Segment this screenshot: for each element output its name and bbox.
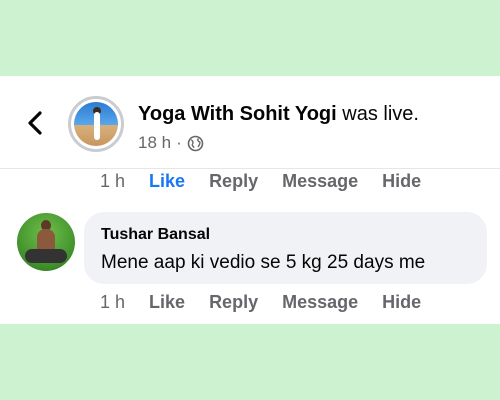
page-avatar-photo bbox=[74, 102, 118, 146]
post-card: Yoga With Sohit Yogi was live. 18 h · 1 … bbox=[0, 76, 500, 324]
post-header: Yoga With Sohit Yogi was live. 18 h · bbox=[0, 76, 500, 168]
message-button[interactable]: Message bbox=[282, 292, 358, 313]
reply-button[interactable]: Reply bbox=[209, 171, 258, 192]
comment-author[interactable]: Tushar Bansal bbox=[101, 226, 210, 244]
page-name-link[interactable]: Yoga With Sohit Yogi bbox=[138, 103, 337, 125]
hide-button[interactable]: Hide bbox=[382, 292, 421, 313]
chevron-left-icon bbox=[28, 111, 42, 135]
comment-bubble[interactable]: Tushar Bansal Mene aap ki vedio se 5 kg … bbox=[84, 212, 487, 284]
hide-button[interactable]: Hide bbox=[382, 171, 421, 192]
back-button[interactable] bbox=[22, 108, 48, 138]
message-button[interactable]: Message bbox=[282, 171, 358, 192]
comment-text: Mene aap ki vedio se 5 kg 25 days me bbox=[101, 252, 426, 273]
reply-button[interactable]: Reply bbox=[209, 292, 258, 313]
meta-separator: · bbox=[176, 133, 182, 152]
comment-time[interactable]: 1 h bbox=[100, 171, 125, 192]
like-button[interactable]: Like bbox=[149, 292, 185, 313]
like-button[interactable]: Like bbox=[149, 171, 185, 192]
post-time[interactable]: 18 h bbox=[138, 133, 171, 153]
commenter-avatar[interactable] bbox=[17, 213, 75, 271]
comment-time[interactable]: 1 h bbox=[100, 292, 125, 313]
globe-icon bbox=[187, 135, 204, 151]
post-title: Yoga With Sohit Yogi was live. bbox=[138, 103, 419, 126]
post-status-text: was live. bbox=[342, 103, 419, 125]
comment-actions: 1 h Like Reply Message Hide bbox=[100, 290, 445, 314]
page-avatar[interactable] bbox=[68, 96, 124, 152]
previous-comment-actions: 1 h Like Reply Message Hide bbox=[100, 169, 445, 193]
post-meta: 18 h · bbox=[138, 133, 204, 153]
